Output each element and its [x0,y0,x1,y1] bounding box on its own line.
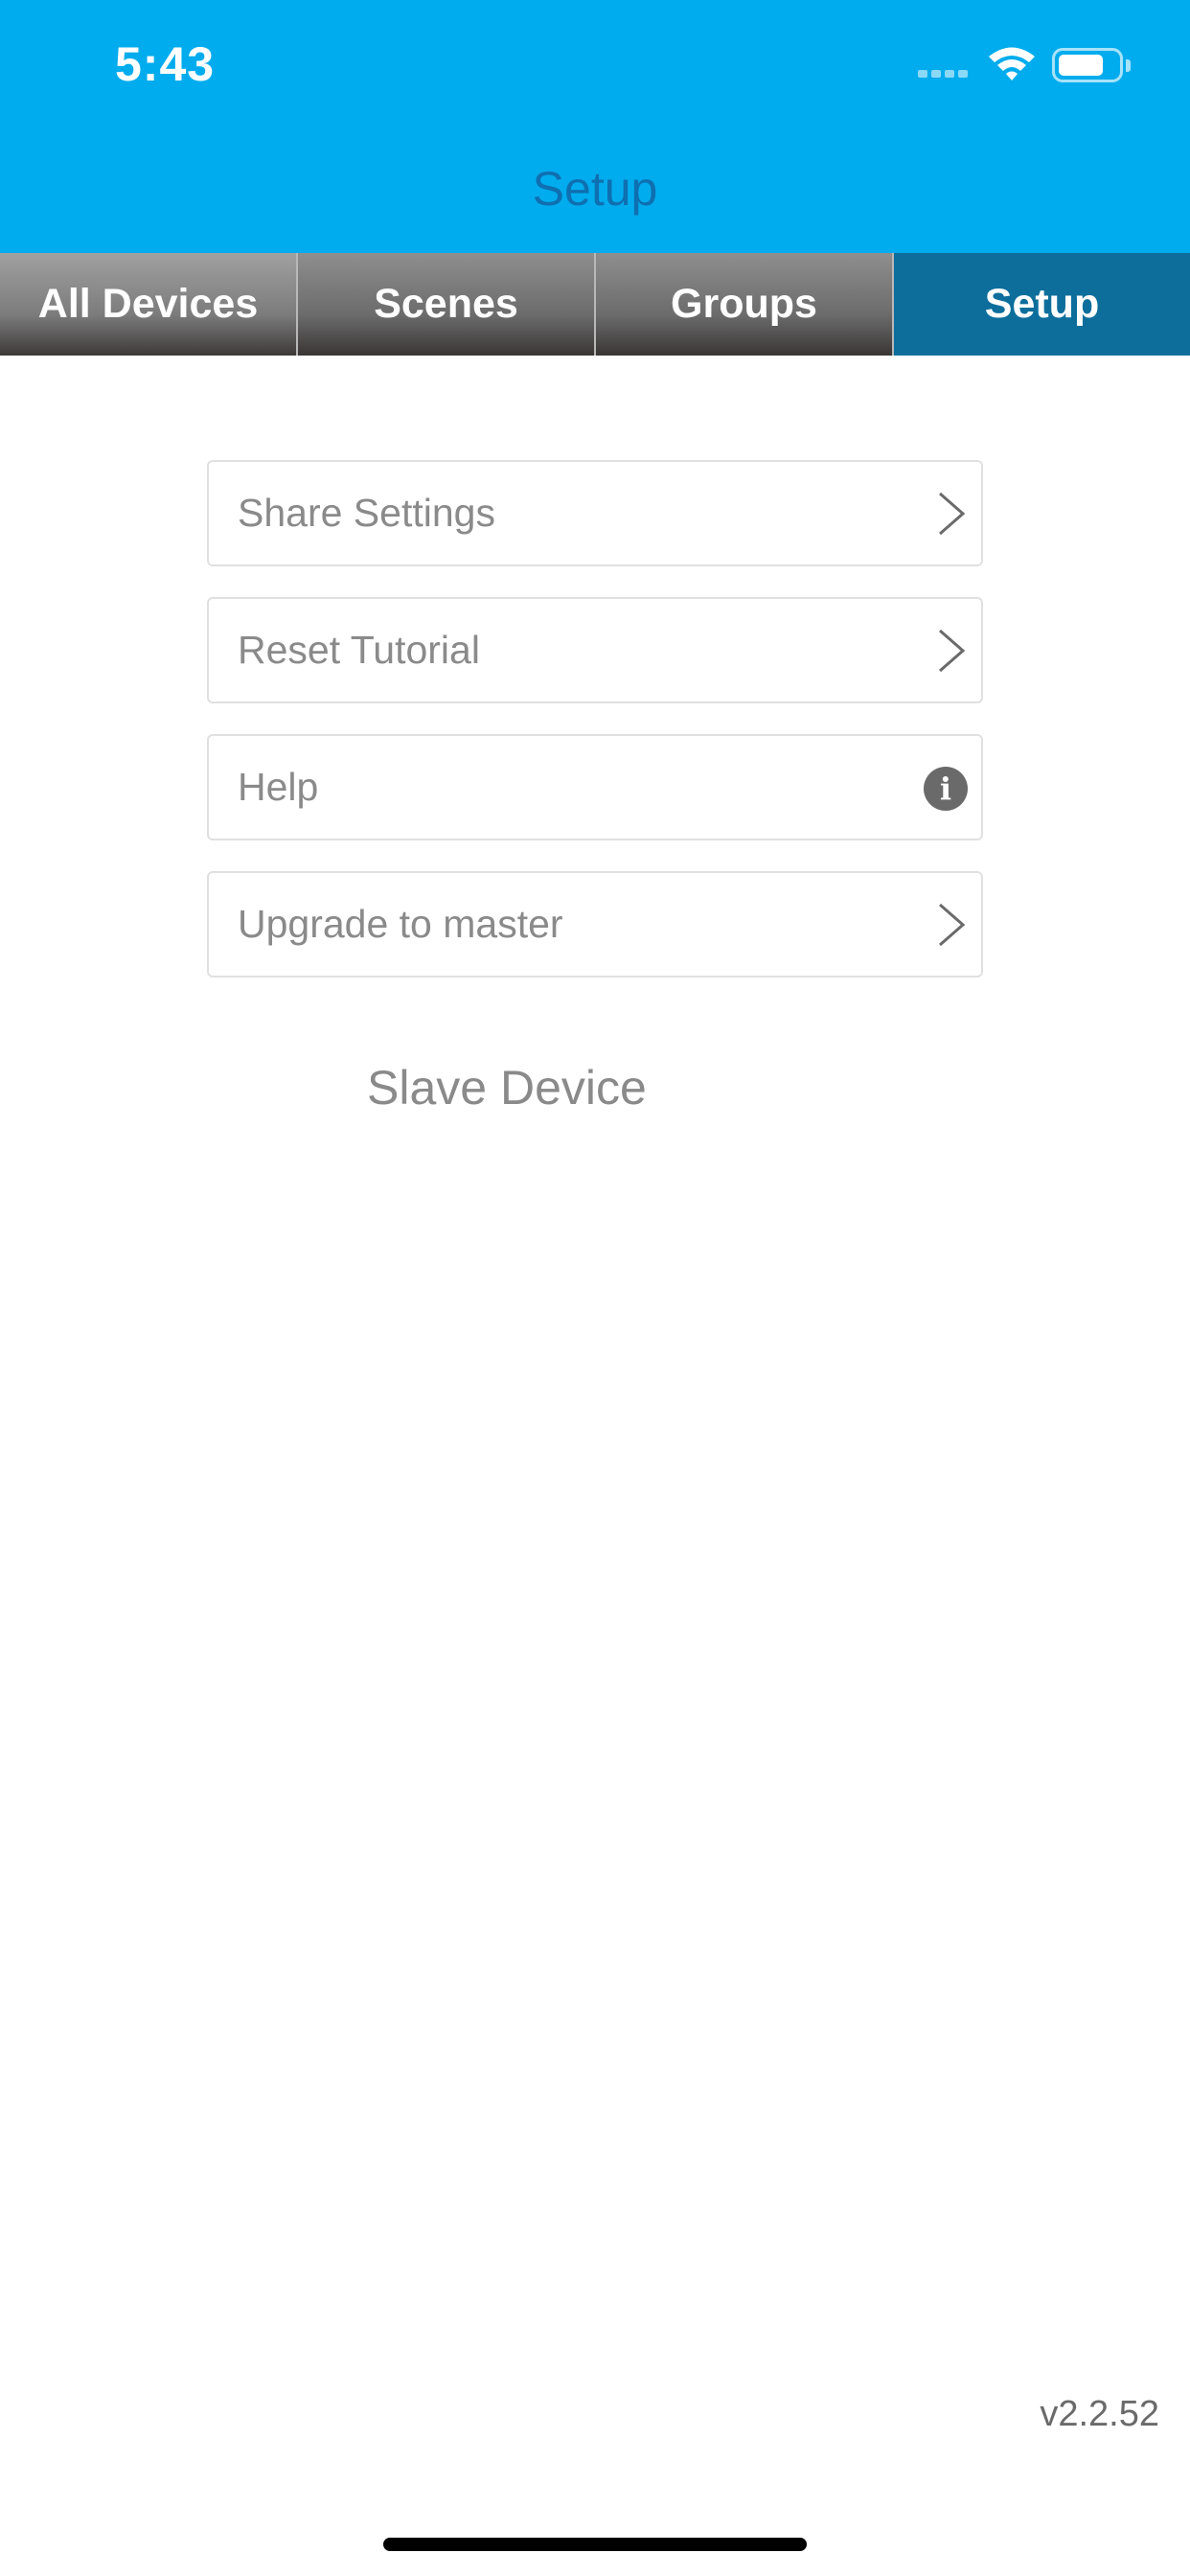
header-bar: 5:43 Setup [0,0,1190,253]
menu-item-label: Share Settings [238,491,495,535]
menu-item-label: Upgrade to master [238,902,563,946]
version-label: v2.2.52 [1040,2394,1159,2434]
upgrade-to-master-button[interactable]: Upgrade to master [207,871,983,978]
cellular-signal-icon [918,70,975,80]
tab-groups[interactable]: Groups [596,253,894,356]
battery-icon [1052,48,1123,82]
tab-scenes[interactable]: Scenes [298,253,596,356]
share-settings-button[interactable]: Share Settings [207,460,983,566]
tab-all-devices[interactable]: All Devices [0,253,298,356]
home-indicator[interactable] [383,2538,807,2551]
chevron-right-icon [939,629,966,673]
help-button[interactable]: Help i [207,734,983,840]
setup-menu: Share Settings Reset Tutorial Help i Upg… [207,460,983,1008]
menu-item-label: Reset Tutorial [238,628,480,672]
menu-item-label: Help [238,765,319,809]
battery-tip [1126,59,1131,72]
chevron-right-icon [939,903,966,947]
wifi-icon [989,47,1035,80]
reset-tutorial-button[interactable]: Reset Tutorial [207,597,983,703]
chevron-right-icon [939,492,966,536]
status-time: 5:43 [115,37,216,91]
page-title: Setup [532,162,658,216]
tab-bar: All Devices Scenes Groups Setup [0,253,1190,356]
tab-setup[interactable]: Setup [894,253,1190,356]
device-status-label: Slave Device [367,1061,647,1115]
info-icon: i [924,767,968,811]
